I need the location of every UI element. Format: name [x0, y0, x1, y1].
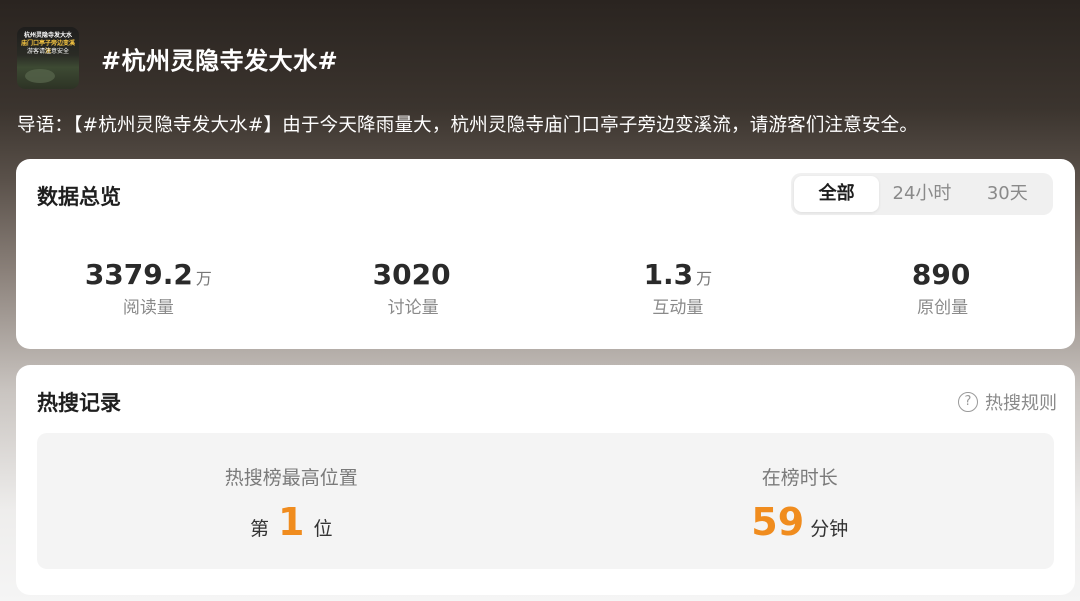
topic-header: 杭州灵隐寺发大水 庙门口亭子旁边变溪流 游客请注意安全 #杭州灵隐寺发大水# — [17, 27, 338, 89]
stat-reads-unit: 万 — [195, 269, 212, 288]
hot-search-rules-link[interactable]: ? 热搜规则 — [958, 389, 1057, 415]
duration-label: 在榜时长 — [761, 467, 838, 489]
data-overview-card: 数据总览 全部 24小时 30天 3379.2 万 阅读量 3020 讨论量 1.… — [16, 159, 1075, 349]
duration-metric: 在榜时长 59 分钟 — [546, 433, 1055, 569]
rules-label: 热搜规则 — [985, 393, 1057, 414]
duration-suffix: 分钟 — [810, 518, 849, 540]
stat-originals-value: 890 — [911, 258, 971, 291]
stat-interactions-label: 互动量 — [652, 298, 704, 318]
peak-rank-value: 1 — [278, 500, 305, 544]
stat-reads-value: 3379.2 — [84, 258, 193, 291]
peak-rank-prefix: 第 — [250, 518, 270, 540]
topic-thumbnail[interactable]: 杭州灵隐寺发大水 庙门口亭子旁边变溪流 游客请注意安全 — [17, 27, 79, 89]
hot-record-title: 热搜记录 — [37, 391, 121, 415]
duration-value: 59 — [751, 500, 805, 544]
tab-all[interactable]: 全部 — [794, 176, 880, 212]
peak-rank-metric: 热搜榜最高位置 第 1 位 — [37, 433, 546, 569]
peak-rank-suffix: 位 — [313, 518, 333, 540]
thumbnail-caption-1: 杭州灵隐寺发大水 — [23, 32, 72, 39]
stat-discussions: 3020 讨论量 — [281, 257, 546, 319]
stat-reads-label: 阅读量 — [122, 298, 174, 318]
stat-reads: 3379.2 万 阅读量 — [16, 257, 281, 319]
thumbnail-scene — [25, 69, 55, 83]
overview-stats: 3379.2 万 阅读量 3020 讨论量 1.3 万 互动量 890 原创量 — [16, 257, 1075, 319]
hot-search-record-card: 热搜记录 ? 热搜规则 热搜榜最高位置 第 1 位 在榜时长 59 分钟 — [16, 365, 1075, 595]
question-circle-icon: ? — [958, 392, 978, 412]
topic-lead: 导语：【#杭州灵隐寺发大水#】由于今天降雨量大，杭州灵隐寺庙门口亭子旁边变溪流，… — [17, 115, 919, 136]
time-range-tabs: 全部 24小时 30天 — [791, 173, 1053, 215]
hot-record-metrics: 热搜榜最高位置 第 1 位 在榜时长 59 分钟 — [37, 433, 1054, 569]
tab-30d[interactable]: 30天 — [965, 176, 1050, 212]
tab-24h[interactable]: 24小时 — [879, 176, 964, 212]
stat-originals: 890 原创量 — [810, 257, 1075, 319]
thumbnail-caption-3: 游客请注意安全 — [26, 48, 69, 55]
stat-discussions-value: 3020 — [372, 258, 451, 291]
peak-rank-label: 热搜榜最高位置 — [224, 467, 358, 489]
overview-title: 数据总览 — [37, 185, 121, 209]
stat-interactions-value: 1.3 — [643, 258, 694, 291]
stat-interactions-unit: 万 — [696, 269, 713, 288]
stat-interactions: 1.3 万 互动量 — [546, 257, 811, 319]
topic-title: #杭州灵隐寺发大水# — [101, 46, 339, 75]
stat-discussions-label: 讨论量 — [387, 298, 439, 318]
stat-originals-label: 原创量 — [917, 298, 969, 318]
